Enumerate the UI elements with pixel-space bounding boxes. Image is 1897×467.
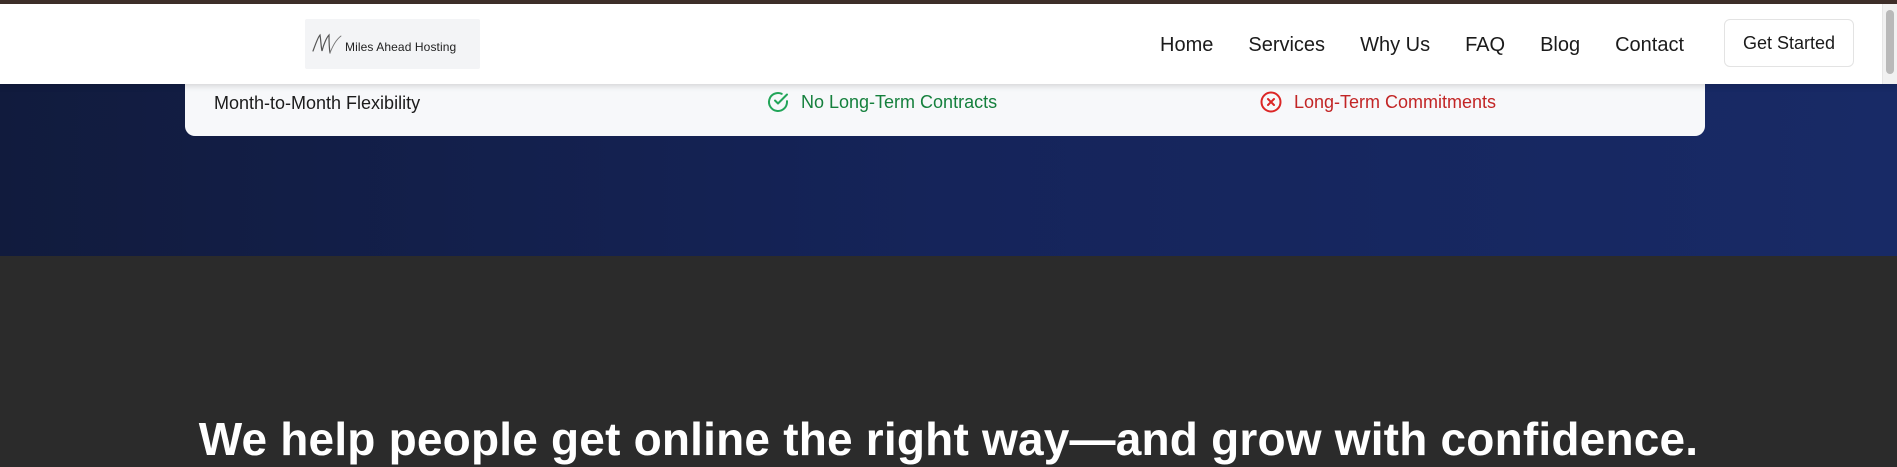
signature-logo-icon bbox=[312, 33, 342, 54]
nav-link-why-us[interactable]: Why Us bbox=[1360, 33, 1430, 57]
get-started-button[interactable]: Get Started bbox=[1724, 19, 1854, 67]
site-header: Miles Ahead Hosting Home Services Why Us… bbox=[0, 4, 1897, 84]
comparison-others-text: Long-Term Commitments bbox=[1294, 91, 1497, 112]
nav-link-blog[interactable]: Blog bbox=[1540, 33, 1580, 57]
logo[interactable]: Miles Ahead Hosting bbox=[305, 19, 480, 69]
x-circle-icon bbox=[1260, 91, 1282, 113]
tagline-heading: We help people get online the right way—… bbox=[198, 413, 1699, 466]
check-circle-icon bbox=[768, 92, 788, 112]
logo-text: Miles Ahead Hosting bbox=[345, 40, 457, 54]
page-scrollbar[interactable] bbox=[1882, 4, 1897, 84]
scrollbar-thumb[interactable] bbox=[1886, 10, 1894, 74]
main-nav: Home Services Why Us FAQ Blog Contact bbox=[1160, 33, 1719, 57]
nav-link-contact[interactable]: Contact bbox=[1615, 33, 1684, 57]
comparison-ours-text: No Long-Term Contracts bbox=[801, 91, 998, 112]
comparison-cell-ours: No Long-Term Contracts bbox=[766, 90, 997, 114]
nav-link-faq[interactable]: FAQ bbox=[1465, 33, 1505, 57]
nav-link-services[interactable]: Services bbox=[1248, 33, 1325, 57]
nav-link-home[interactable]: Home bbox=[1160, 33, 1213, 57]
comparison-cell-others: Long-Term Commitments bbox=[1259, 90, 1496, 114]
comparison-row-label: Month-to-Month Flexibility bbox=[214, 93, 421, 113]
